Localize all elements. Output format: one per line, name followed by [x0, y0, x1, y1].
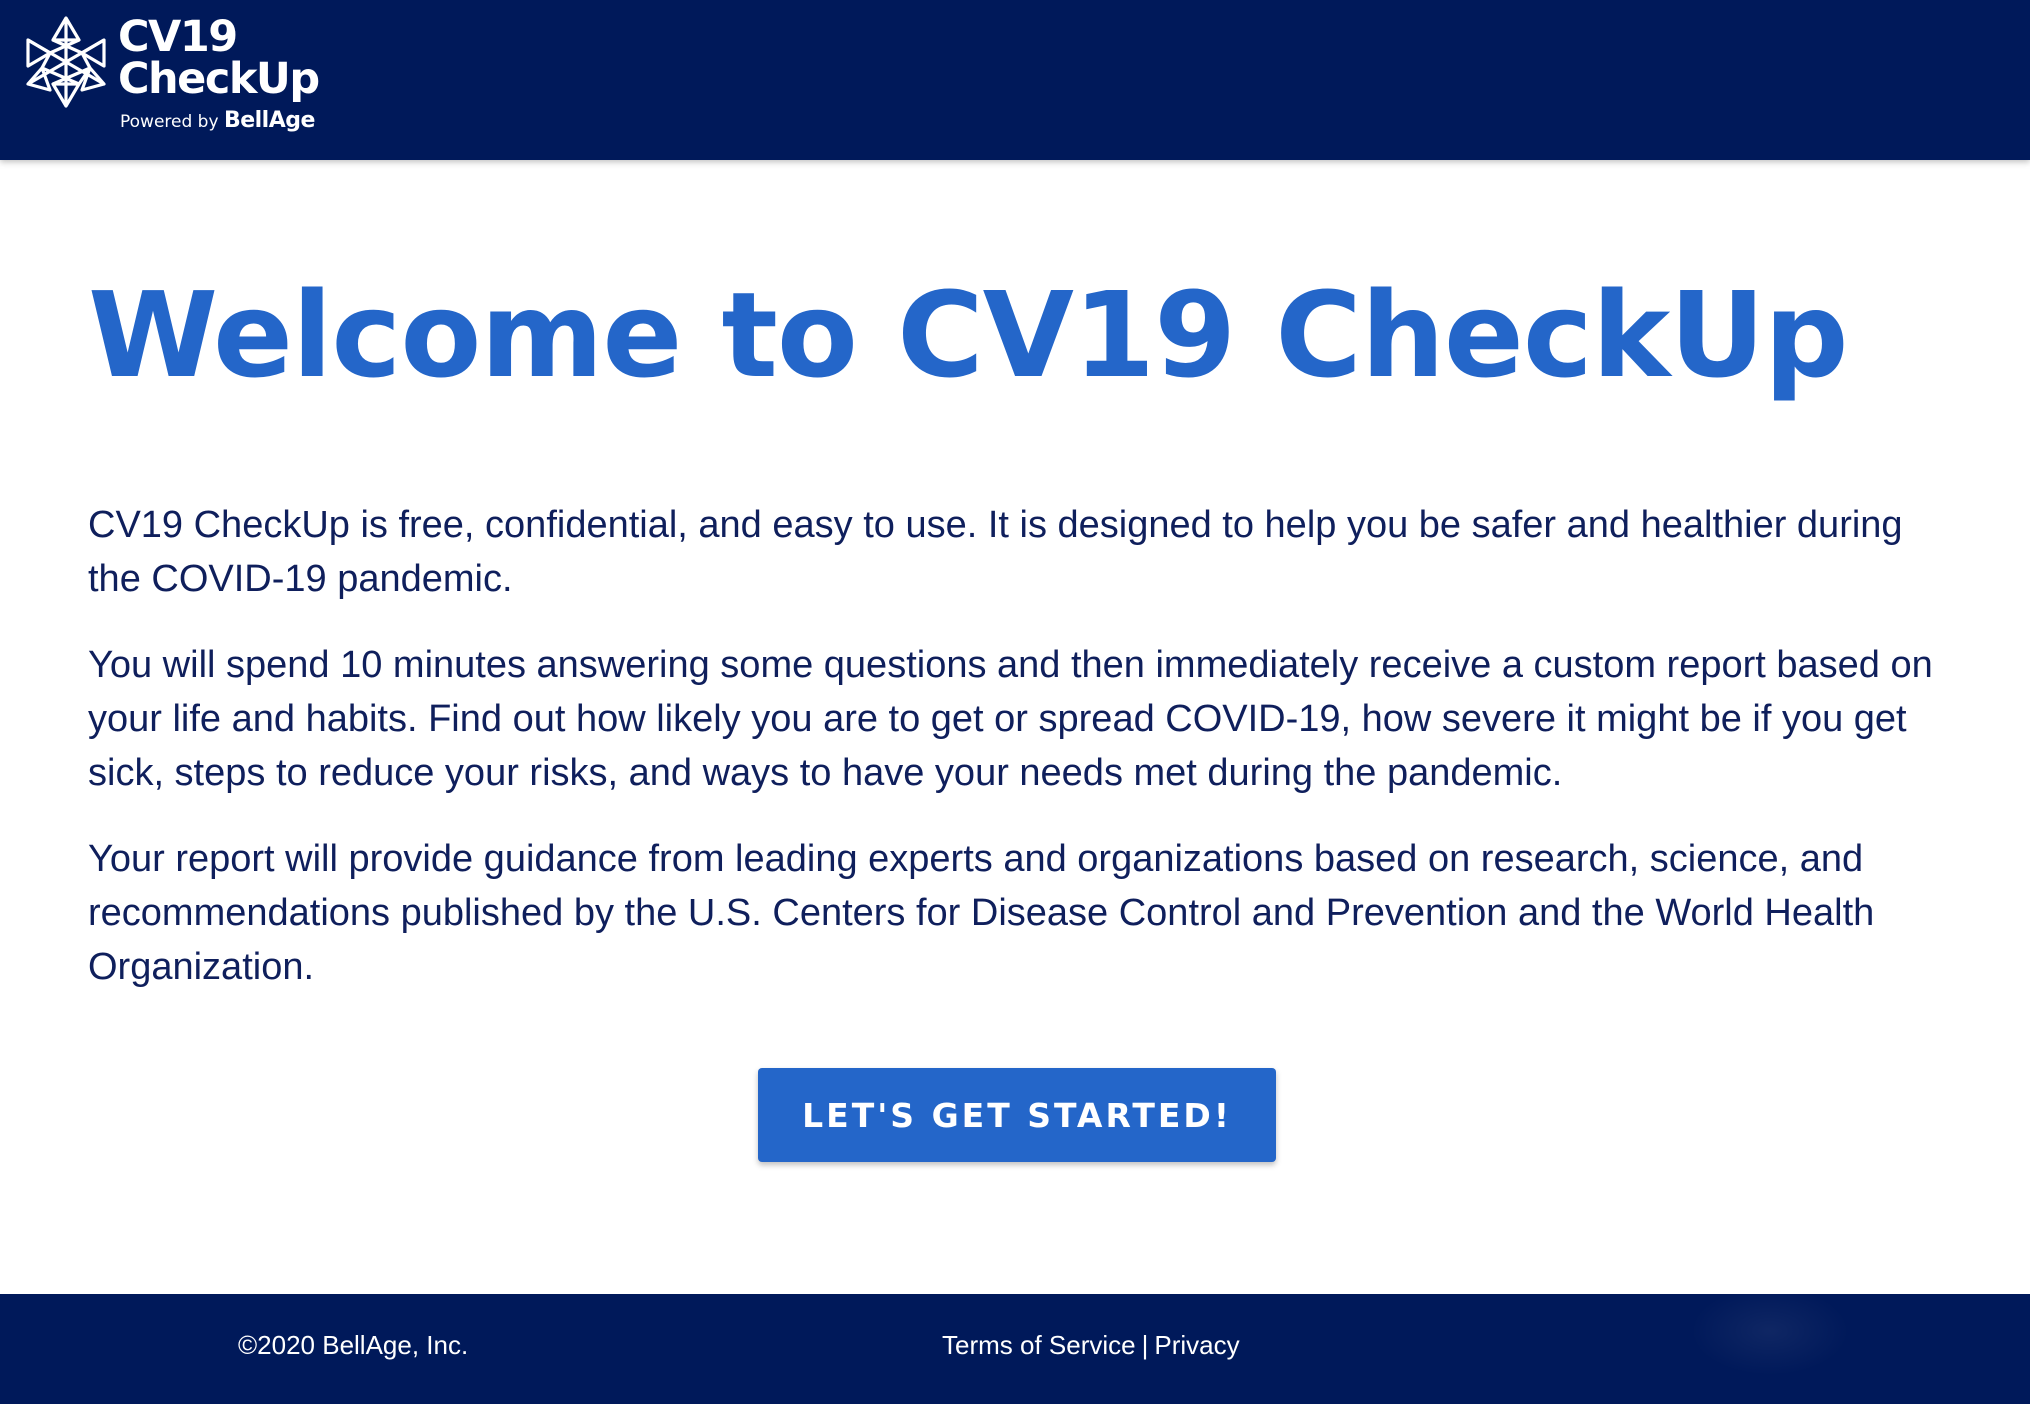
site-header: CV19 CheckUp Powered by BellAge — [0, 0, 2030, 160]
main-content: Welcome to CV19 CheckUp CV19 CheckUp is … — [88, 160, 1948, 994]
logo-title-line2: CheckUp — [118, 54, 320, 104]
terms-of-service-link[interactable]: Terms of Service — [942, 1330, 1136, 1360]
footer-links: Terms of Service | Privacy — [942, 1330, 1240, 1361]
logo-wordmark: CV19 CheckUp — [118, 12, 320, 104]
snowflake-network-icon — [26, 16, 106, 108]
cv19-checkup-logo[interactable]: CV19 CheckUp Powered by BellAge — [16, 10, 336, 135]
powered-by-prefix: Powered by — [120, 112, 219, 132]
get-started-button[interactable]: LET'S GET STARTED! — [758, 1068, 1276, 1162]
logo-title-line1: CV19 — [118, 12, 238, 62]
intro-paragraph: You will spend 10 minutes answering some… — [88, 644, 1933, 794]
powered-by-tagline: Powered by BellAge — [120, 108, 315, 133]
footer-decoration — [1690, 1286, 1850, 1376]
intro-text: CV19 CheckUp is free, confidential, and … — [88, 498, 1948, 994]
privacy-link[interactable]: Privacy — [1154, 1330, 1239, 1360]
site-footer: ©2020 BellAge, Inc. Terms of Service | Pri… — [0, 1286, 2030, 1404]
footer-link-separator: | — [1141, 1330, 1149, 1360]
intro-paragraph: CV19 CheckUp is free, confidential, and … — [88, 504, 1903, 600]
powered-by-brand: BellAge — [223, 108, 315, 133]
copyright-text: ©2020 BellAge, Inc. — [238, 1330, 469, 1360]
intro-paragraph: Your report will provide guidance from l… — [88, 838, 1875, 988]
page-title: Welcome to CV19 CheckUp — [88, 266, 1849, 404]
